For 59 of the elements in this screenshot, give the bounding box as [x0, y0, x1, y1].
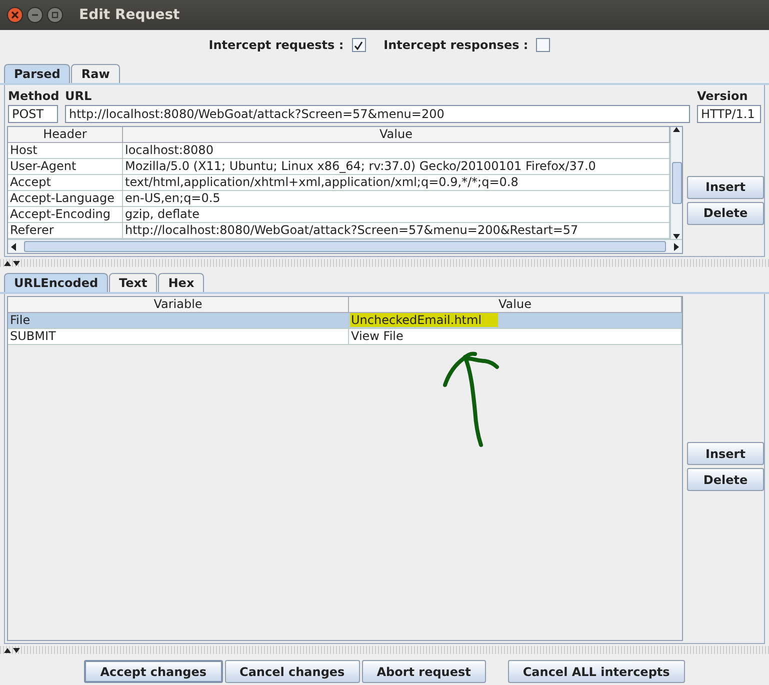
checkbox-label: Intercept responses :	[384, 38, 528, 52]
table-cell: Mozilla/5.0 (X11; Ubuntu; Linux x86_64; rv:37.0) Gecko/20100101 Firefox/37.0	[123, 159, 670, 175]
table-cell: Host	[8, 143, 123, 159]
field-label: Method	[8, 89, 58, 103]
table-action-button[interactable]: Delete	[687, 202, 764, 224]
minimize-button[interactable]	[27, 7, 43, 23]
minimize-icon	[31, 11, 39, 19]
scroll-up-icon	[673, 127, 680, 132]
table-cell: Referer	[8, 223, 123, 239]
column-header: Value	[349, 297, 682, 313]
version-field[interactable]: HTTP/1.1	[697, 105, 761, 123]
table-cell[interactable]: UncheckedEmail.html	[349, 313, 682, 329]
table-cell: text/html,application/xhtml+xml,application/xml;q=0.9,*/*;q=0.8	[123, 175, 670, 191]
tab[interactable]: URLEncoded	[4, 273, 108, 292]
tab[interactable]: Parsed	[4, 64, 70, 83]
table-cell: gzip, deflate	[123, 207, 670, 223]
close-icon	[11, 11, 19, 19]
scroll-right-icon	[674, 242, 679, 250]
table-cell: User-Agent	[8, 159, 123, 175]
checkbox[interactable]	[536, 38, 550, 52]
footer-button[interactable]: Cancel changes	[224, 660, 360, 683]
column-header: Header	[8, 127, 123, 143]
column-header: Variable	[8, 297, 349, 313]
table-action-button[interactable]: Insert	[687, 442, 764, 465]
collapse-down-icon	[13, 260, 20, 266]
footer-button[interactable]: Abort request	[362, 660, 486, 683]
table-action-button[interactable]: Delete	[687, 468, 764, 491]
table-cell: localhost:8080	[123, 143, 670, 159]
method-field[interactable]: POST	[8, 105, 58, 123]
footer-button[interactable]: Cancel ALL intercepts	[508, 660, 685, 683]
collapse-down-icon	[13, 648, 20, 652]
collapse-up-icon	[4, 648, 11, 652]
tab[interactable]: Hex	[158, 273, 204, 292]
table-cell: en-US,en;q=0.5	[123, 191, 670, 207]
table-cell[interactable]: File	[8, 313, 349, 329]
window-title: Edit Request	[79, 7, 180, 23]
checkbox-label: Intercept requests :	[208, 38, 344, 52]
tab[interactable]: Raw	[71, 64, 120, 83]
horizontal-scrollbar[interactable]	[8, 239, 682, 253]
table-cell: http://localhost:8080/WebGoat/attack?Screen=57&menu=200&Restart=57	[123, 223, 670, 239]
tab[interactable]: Text	[109, 273, 158, 292]
field-label: Version	[697, 89, 749, 103]
column-header: Value	[123, 127, 670, 143]
table-cell[interactable]: SUBMIT	[8, 329, 349, 345]
maximize-button[interactable]	[47, 7, 63, 23]
field-label: URL	[65, 89, 93, 103]
table-action-button[interactable]: Insert	[687, 176, 764, 198]
collapse-up-icon	[4, 260, 11, 266]
scroll-left-icon	[11, 242, 16, 250]
close-button[interactable]	[7, 7, 23, 23]
vertical-scrollbar[interactable]	[670, 127, 682, 239]
maximize-icon	[51, 11, 59, 19]
table-cell: Accept-Encoding	[8, 207, 123, 223]
table-cell[interactable]: View File	[349, 329, 682, 345]
footer-button[interactable]: Accept changes	[84, 660, 223, 683]
checkbox[interactable]	[352, 38, 366, 52]
table-cell: Accept-Language	[8, 191, 123, 207]
table-cell: Accept	[8, 175, 123, 191]
url-field[interactable]: http://localhost:8080/WebGoat/attack?Screen=57&menu=200	[65, 105, 690, 123]
